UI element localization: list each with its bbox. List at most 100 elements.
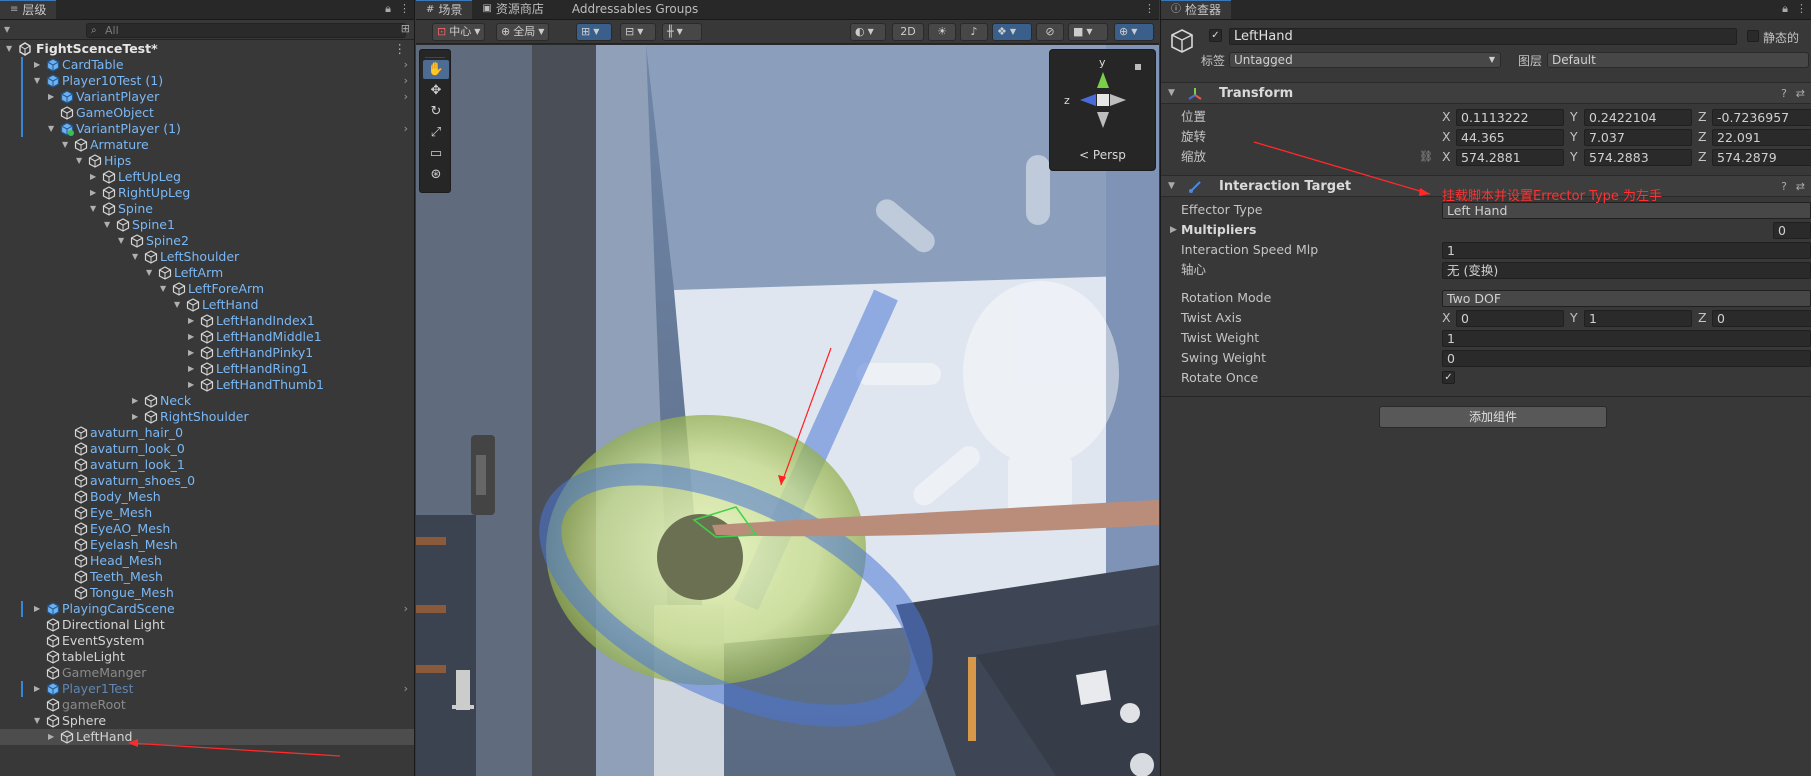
add-component-button[interactable]: 添加组件	[1379, 406, 1607, 428]
expand-down-icon[interactable]: ▼	[62, 137, 68, 153]
multipliers-size-field[interactable]: 0	[1773, 222, 1811, 239]
tab-scene[interactable]: # 场景	[416, 0, 473, 19]
hierarchy-row[interactable]: avaturn_hair_0	[0, 425, 414, 441]
preset-settings-icon[interactable]: ⇄	[1796, 180, 1805, 193]
hierarchy-row[interactable]: ▶ RightUpLeg	[0, 185, 414, 201]
expand-down-icon[interactable]: ▼	[174, 297, 180, 313]
rotate-tool-icon[interactable]: ↻	[423, 102, 449, 121]
open-prefab-chevron-icon[interactable]: ›	[404, 601, 408, 617]
swing-weight-field[interactable]: 0	[1442, 350, 1811, 367]
hierarchy-row[interactable]: ▼ Spine1	[0, 217, 414, 233]
grid-snap-button[interactable]: ⊞ ▼	[576, 23, 612, 41]
help-icon[interactable]: ?	[1781, 87, 1787, 100]
scale-tool-icon[interactable]: ⤢	[423, 123, 449, 142]
object-name-field[interactable]: LeftHand	[1229, 28, 1737, 45]
hierarchy-row[interactable]: Eyelash_Mesh	[0, 537, 414, 553]
hierarchy-row[interactable]: avaturn_shoes_0	[0, 473, 414, 489]
hierarchy-row[interactable]: ▶ LeftUpLeg	[0, 169, 414, 185]
effects-toggle[interactable]: ❖ ▼	[992, 23, 1032, 41]
rect-tool-icon[interactable]: ▭	[423, 144, 449, 163]
draw-mode-button[interactable]: ◐ ▼	[850, 23, 886, 41]
transform-header[interactable]: ▼ Transform ? ⇄	[1161, 82, 1811, 104]
hierarchy-row[interactable]: ▶ PlayingCardScene ›	[0, 601, 414, 617]
hierarchy-row[interactable]: ▼ LeftArm	[0, 265, 414, 281]
hierarchy-row[interactable]: Body_Mesh	[0, 489, 414, 505]
collapse-down-icon[interactable]: ▼	[1168, 181, 1175, 191]
open-prefab-chevron-icon[interactable]: ›	[404, 57, 408, 73]
preset-settings-icon[interactable]: ⇄	[1796, 87, 1805, 100]
hierarchy-row[interactable]: ▶ LeftHandIndex1	[0, 313, 414, 329]
hierarchy-row[interactable]: avaturn_look_1	[0, 457, 414, 473]
lighting-toggle[interactable]: ☀	[928, 23, 956, 41]
global-toggle[interactable]: ⊕ 全局 ▼	[496, 23, 550, 41]
hierarchy-row[interactable]: ▼ Player10Test (1) ›	[0, 73, 414, 89]
hierarchy-row[interactable]: ▶ LeftHandMiddle1	[0, 329, 414, 345]
hierarchy-row[interactable]: ▼ Spine	[0, 201, 414, 217]
twist-weight-field[interactable]: 1	[1442, 330, 1811, 347]
hierarchy-search-input[interactable]: ⌕ All	[86, 23, 406, 38]
hierarchy-row[interactable]: ▼ Sphere	[0, 713, 414, 729]
expand-right-icon[interactable]: ▶	[188, 313, 194, 329]
expand-down-icon[interactable]: ▼	[118, 233, 124, 249]
hierarchy-row[interactable]: ▼ Hips	[0, 153, 414, 169]
scene-viewport[interactable]: ✋ ✥ ↻ ⤢ ▭ ⊛ y z < Persp	[416, 45, 1159, 776]
hierarchy-row[interactable]: GameObject	[0, 105, 414, 121]
interaction-speed-field[interactable]: 1	[1442, 242, 1811, 259]
effector-type-dropdown[interactable]: Left Hand	[1442, 202, 1811, 219]
twist-axis-y-field[interactable]: 1	[1584, 310, 1692, 327]
open-prefab-chevron-icon[interactable]: ›	[404, 89, 408, 105]
move-tool-icon[interactable]: ✥	[423, 81, 449, 100]
tab-asset-store[interactable]: ▣ 资源商店	[472, 0, 553, 19]
expand-right-icon[interactable]: ▶	[90, 169, 96, 185]
hierarchy-row[interactable]: tableLight	[0, 649, 414, 665]
expand-down-icon[interactable]: ▼	[90, 201, 96, 217]
transform-tool-icon[interactable]: ⊛	[423, 165, 449, 184]
search-options-icon[interactable]: ⊞	[401, 22, 410, 35]
audio-toggle[interactable]: ♪	[960, 23, 988, 41]
expand-right-icon[interactable]: ▶	[34, 57, 40, 73]
expand-down-icon[interactable]: ▼	[146, 265, 152, 281]
expand-right-icon[interactable]: ▶	[1170, 221, 1177, 239]
camera-settings-button[interactable]: ■ ▼	[1068, 23, 1108, 41]
scene-menu-icon[interactable]: ⋮	[394, 41, 407, 57]
help-icon[interactable]: ?	[1781, 180, 1787, 193]
hierarchy-row[interactable]: ▶ LeftHandThumb1	[0, 377, 414, 393]
open-prefab-chevron-icon[interactable]: ›	[404, 121, 408, 137]
hierarchy-row[interactable]: Teeth_Mesh	[0, 569, 414, 585]
more-menu-icon[interactable]: ⋮	[1796, 2, 1807, 16]
multipliers-row[interactable]: ▶ Multipliers 0	[1161, 221, 1811, 239]
create-dropdown-icon[interactable]: ▾	[4, 22, 10, 36]
expand-right-icon[interactable]: ▶	[188, 329, 194, 345]
increment-snap-button[interactable]: ╫ ▼	[662, 23, 702, 41]
pivot-object-field[interactable]: 无 (变换)	[1442, 262, 1811, 279]
pivot-toggle[interactable]: ⊡ 中心 ▼	[432, 23, 486, 41]
hierarchy-row[interactable]: ▼ Spine2	[0, 233, 414, 249]
lock-icon[interactable]: 🔒︎	[1782, 2, 1788, 16]
expand-down-icon[interactable]: ▼	[76, 153, 82, 169]
scale-x-field[interactable]: 574.2881	[1456, 149, 1564, 166]
position-y-field[interactable]: 0.2422104	[1584, 109, 1692, 126]
hierarchy-row[interactable]: Tongue_Mesh	[0, 585, 414, 601]
hierarchy-row[interactable]: ▼ LeftShoulder	[0, 249, 414, 265]
expand-right-icon[interactable]: ▶	[132, 409, 138, 425]
expand-down-icon[interactable]: ▼	[48, 121, 54, 137]
hidden-objects-toggle[interactable]: ⊘	[1036, 23, 1064, 41]
position-x-field[interactable]: 0.1113222	[1456, 109, 1564, 126]
twist-axis-z-field[interactable]: 0	[1712, 310, 1811, 327]
hierarchy-row[interactable]: Eye_Mesh	[0, 505, 414, 521]
hierarchy-row[interactable]: EventSystem	[0, 633, 414, 649]
rotation-x-field[interactable]: 44.365	[1456, 129, 1564, 146]
projection-label[interactable]: < Persp	[1050, 148, 1155, 162]
more-menu-icon[interactable]: ⋮	[1144, 2, 1155, 15]
layer-dropdown[interactable]: Default	[1547, 52, 1809, 68]
twist-axis-x-field[interactable]: 0	[1456, 310, 1564, 327]
open-prefab-chevron-icon[interactable]: ›	[404, 73, 408, 89]
link-scale-icon[interactable]: ⛓	[1419, 148, 1433, 166]
expand-right-icon[interactable]: ▶	[34, 601, 40, 617]
scale-z-field[interactable]: 574.2879	[1712, 149, 1811, 166]
hierarchy-row[interactable]: ▶ RightShoulder	[0, 409, 414, 425]
hierarchy-row[interactable]: ▶ LeftHand	[0, 729, 414, 745]
static-checkbox[interactable]	[1747, 30, 1759, 42]
scale-y-field[interactable]: 574.2883	[1584, 149, 1692, 166]
tab-addressables[interactable]: Addressables Groups	[562, 0, 708, 19]
